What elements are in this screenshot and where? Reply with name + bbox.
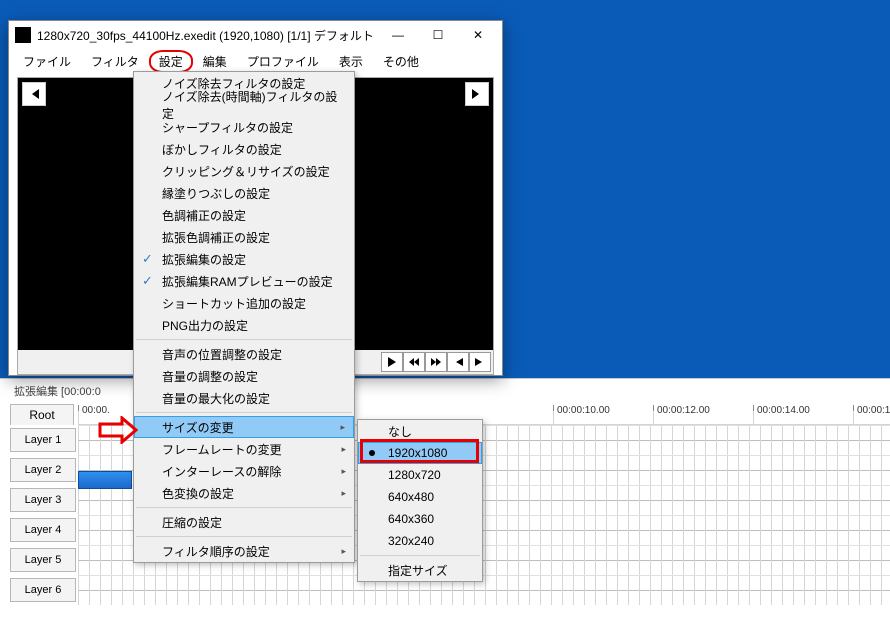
menu-ext-color[interactable]: 拡張色調補正の設定 xyxy=(134,226,354,248)
menu-profile[interactable]: プロファイル xyxy=(237,50,329,73)
titlebar[interactable]: 1280x720_30fps_44100Hz.exedit (1920,1080… xyxy=(9,21,502,49)
ruler-tick: 00:00:16.00 xyxy=(853,405,890,411)
menu-size-change[interactable]: サイズの変更 xyxy=(134,416,354,438)
play-button[interactable] xyxy=(381,352,403,372)
submenu-custom[interactable]: 指定サイズ xyxy=(358,559,482,581)
ruler-tick: 00:00:12.00 xyxy=(653,405,710,411)
go-start-button[interactable] xyxy=(447,352,469,372)
root-button[interactable]: Root xyxy=(10,404,74,426)
layer-label[interactable]: Layer 1 xyxy=(10,428,76,452)
menu-interlace[interactable]: インターレースの解除 xyxy=(134,460,354,482)
layer-track[interactable] xyxy=(78,575,890,605)
submenu-640x360[interactable]: 640x360 xyxy=(358,508,482,530)
menu-sharp[interactable]: シャープフィルタの設定 xyxy=(134,116,354,138)
menu-filter-order[interactable]: フィルタ順序の設定 xyxy=(134,540,354,562)
size-submenu: なし 1920x1080 1280x720 640x480 640x360 32… xyxy=(357,419,483,582)
settings-dropdown: ノイズ除去フィルタの設定 ノイズ除去(時間軸)フィルタの設定 シャープフィルタの… xyxy=(133,71,355,563)
minimize-button[interactable]: ― xyxy=(378,22,418,48)
step-back-button[interactable] xyxy=(403,352,425,372)
menu-noise-removal-time[interactable]: ノイズ除去(時間軸)フィルタの設定 xyxy=(134,94,354,116)
menu-volume-max[interactable]: 音量の最大化の設定 xyxy=(134,387,354,409)
ruler-tick: 00:00:10.00 xyxy=(553,405,610,411)
submenu-1280x720[interactable]: 1280x720 xyxy=(358,464,482,486)
menu-audio-pos[interactable]: 音声の位置調整の設定 xyxy=(134,343,354,365)
menu-clip-resize[interactable]: クリッピング＆リサイズの設定 xyxy=(134,160,354,182)
menu-ext-edit[interactable]: ✓拡張編集の設定 xyxy=(134,248,354,270)
layer-label[interactable]: Layer 4 xyxy=(10,518,76,542)
maximize-button[interactable]: ☐ xyxy=(418,22,458,48)
menu-settings[interactable]: 設定 xyxy=(149,50,193,73)
check-icon: ✓ xyxy=(142,273,153,289)
menu-blur[interactable]: ぼかしフィルタの設定 xyxy=(134,138,354,160)
menu-compress[interactable]: 圧縮の設定 xyxy=(134,511,354,533)
submenu-1920x1080[interactable]: 1920x1080 xyxy=(358,442,482,464)
menu-separator xyxy=(136,339,352,340)
layer-label[interactable]: Layer 6 xyxy=(10,578,76,602)
ruler-tick: 00:00. xyxy=(78,405,110,411)
menubar: ファイル フィルタ 設定 編集 プロファイル 表示 その他 xyxy=(9,49,502,73)
layer-label[interactable]: Layer 2 xyxy=(10,458,76,482)
ruler-tick: 00:00:14.00 xyxy=(753,405,810,411)
menu-color-conv[interactable]: 色変換の設定 xyxy=(134,482,354,504)
menu-separator xyxy=(136,536,352,537)
menu-file[interactable]: ファイル xyxy=(13,50,81,73)
menu-separator xyxy=(136,412,352,413)
close-button[interactable]: ✕ xyxy=(458,22,498,48)
check-icon: ✓ xyxy=(142,251,153,267)
seek-end-button[interactable] xyxy=(465,82,489,106)
submenu-320x240[interactable]: 320x240 xyxy=(358,530,482,552)
menu-volume[interactable]: 音量の調整の設定 xyxy=(134,365,354,387)
menu-filter[interactable]: フィルタ xyxy=(81,50,149,73)
menu-view[interactable]: 表示 xyxy=(329,50,373,73)
menu-color-correct[interactable]: 色調補正の設定 xyxy=(134,204,354,226)
timeline-clip[interactable] xyxy=(78,471,132,489)
menu-framerate[interactable]: フレームレートの変更 xyxy=(134,438,354,460)
go-end-button[interactable] xyxy=(469,352,491,372)
menu-png-out[interactable]: PNG出力の設定 xyxy=(134,314,354,336)
step-forward-button[interactable] xyxy=(425,352,447,372)
radio-dot-icon xyxy=(369,450,375,456)
submenu-640x480[interactable]: 640x480 xyxy=(358,486,482,508)
menu-separator xyxy=(136,507,352,508)
window-title: 1280x720_30fps_44100Hz.exedit (1920,1080… xyxy=(37,27,374,44)
layer-label[interactable]: Layer 3 xyxy=(10,488,76,512)
app-icon xyxy=(15,27,31,43)
seek-start-button[interactable] xyxy=(22,82,46,106)
menu-shortcut[interactable]: ショートカット追加の設定 xyxy=(134,292,354,314)
menu-ext-ram[interactable]: ✓拡張編集RAMプレビューの設定 xyxy=(134,270,354,292)
submenu-none[interactable]: なし xyxy=(358,420,482,442)
menu-other[interactable]: その他 xyxy=(373,50,429,73)
layer-label[interactable]: Layer 5 xyxy=(10,548,76,572)
menu-fill[interactable]: 縁塗りつぶしの設定 xyxy=(134,182,354,204)
menu-edit[interactable]: 編集 xyxy=(193,50,237,73)
submenu-separator xyxy=(360,555,480,556)
